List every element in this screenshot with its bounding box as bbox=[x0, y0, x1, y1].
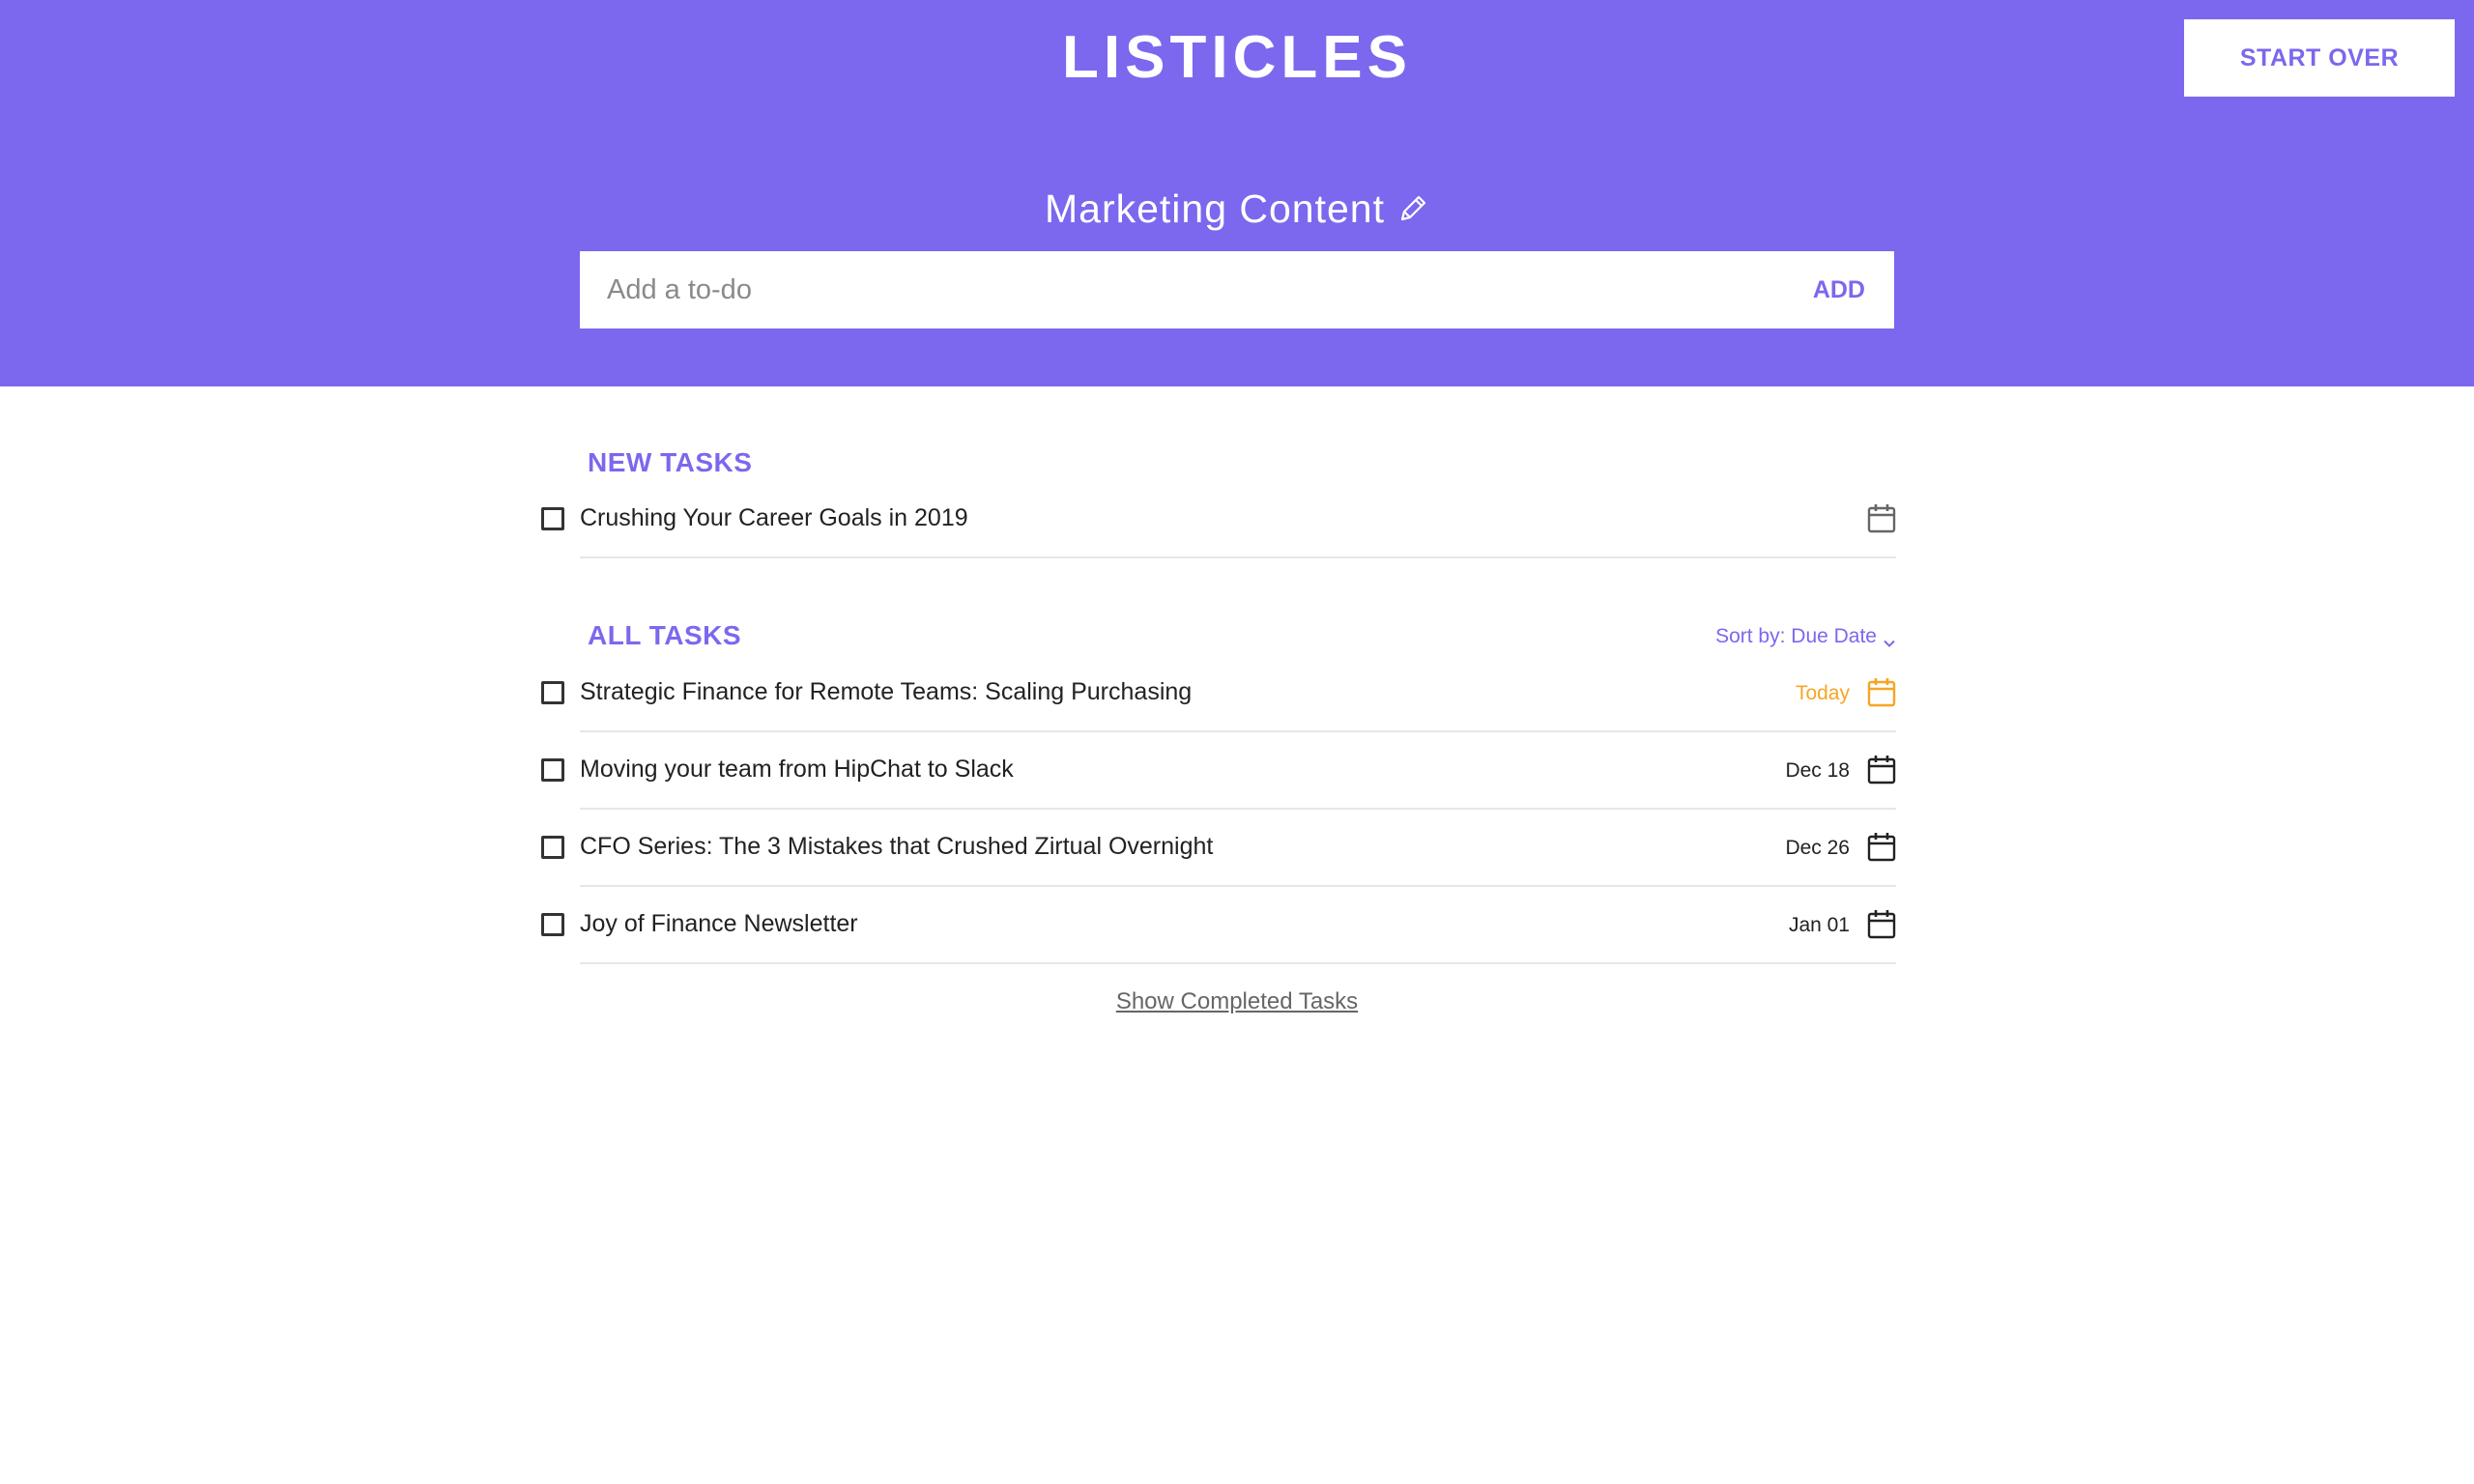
pencil-icon[interactable] bbox=[1396, 192, 1429, 225]
task-title: Joy of Finance Newsletter bbox=[580, 910, 858, 937]
task-due-date: Jan 01 bbox=[1788, 914, 1850, 936]
sort-dropdown[interactable]: Sort by: Due Date bbox=[1643, 622, 1896, 651]
task-checkbox[interactable] bbox=[541, 507, 564, 530]
start-over-button[interactable]: START OVER bbox=[2184, 19, 2455, 97]
add-todo-input[interactable] bbox=[580, 251, 1794, 328]
row-divider bbox=[580, 962, 1896, 964]
sort-label: Sort by: Due Date bbox=[1715, 625, 1877, 647]
list-title-group: Marketing Content bbox=[0, 180, 2474, 238]
add-todo-bar: ADD bbox=[580, 251, 1894, 328]
task-checkbox[interactable] bbox=[541, 913, 564, 936]
task-checkbox[interactable] bbox=[541, 836, 564, 859]
all-tasks-heading: ALL TASKS bbox=[588, 620, 742, 650]
calendar-icon[interactable] bbox=[1867, 908, 1896, 939]
row-divider bbox=[580, 556, 1896, 558]
calendar-icon[interactable] bbox=[1867, 502, 1896, 533]
task-due-date: Dec 26 bbox=[1785, 837, 1850, 859]
calendar-icon[interactable] bbox=[1867, 676, 1896, 707]
add-button[interactable]: ADD bbox=[1794, 251, 1894, 328]
task-row: Joy of Finance Newsletter Jan 01 bbox=[0, 887, 2474, 964]
task-title: Crushing Your Career Goals in 2019 bbox=[580, 504, 968, 531]
task-checkbox[interactable] bbox=[541, 758, 564, 782]
show-completed-container: Show Completed Tasks bbox=[0, 985, 2474, 1018]
list-title: Marketing Content bbox=[1044, 186, 1385, 231]
app-title: LISTICLES bbox=[1062, 24, 1412, 91]
task-due-date: Dec 18 bbox=[1785, 759, 1850, 782]
task-title: Moving your team from HipChat to Slack bbox=[580, 756, 1014, 783]
calendar-icon[interactable] bbox=[1867, 754, 1896, 785]
header-bar: LISTICLES START OVER Marketing Content A… bbox=[0, 0, 2474, 386]
calendar-icon[interactable] bbox=[1867, 831, 1896, 862]
task-row: Moving your team from HipChat to Slack D… bbox=[0, 732, 2474, 810]
task-checkbox[interactable] bbox=[541, 681, 564, 704]
chevron-down-icon bbox=[1883, 630, 1896, 647]
task-title: Strategic Finance for Remote Teams: Scal… bbox=[580, 678, 1193, 705]
task-row: Strategic Finance for Remote Teams: Scal… bbox=[0, 655, 2474, 732]
task-title: CFO Series: The 3 Mistakes that Crushed … bbox=[580, 833, 1214, 860]
task-row: Crushing Your Career Goals in 2019 bbox=[0, 481, 2474, 558]
show-completed-link[interactable]: Show Completed Tasks bbox=[1116, 988, 1358, 1014]
task-row: CFO Series: The 3 Mistakes that Crushed … bbox=[0, 810, 2474, 887]
task-due-date: Today bbox=[1795, 682, 1850, 704]
new-tasks-heading: NEW TASKS bbox=[588, 447, 753, 477]
